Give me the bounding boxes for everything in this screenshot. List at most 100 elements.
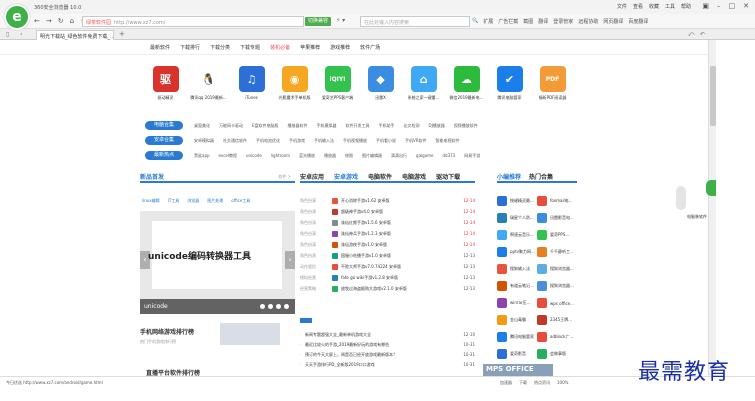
app-tile[interactable]: ♫ iTunes — [229, 66, 274, 100]
news-item[interactable]: · 新闻专题超强大全_最新单机游戏大全 12-10 — [300, 330, 475, 339]
site-nav-item-active[interactable]: 装机必备 — [270, 44, 290, 51]
sidebar-toggle-icon[interactable]: ▯ — [6, 31, 9, 38]
item-category[interactable]: 角色扮演 — [300, 220, 332, 226]
recommend-item[interactable]: 腾讯电脑管家 — [497, 330, 537, 344]
slider-dot[interactable] — [268, 304, 273, 309]
list-tab[interactable]: 驱动下载 — [436, 172, 460, 181]
category-link[interactable]: 网易手游 — [464, 153, 480, 159]
undo-icon[interactable]: ↶ — [700, 31, 705, 38]
category-pill[interactable]: 电脑合集 — [145, 121, 183, 130]
menu-file[interactable]: 文件 — [617, 3, 627, 10]
item-category[interactable]: 角色扮演 — [300, 231, 332, 237]
news-title[interactable]: 最近比较火的手游_2019最新好玩的游戏有哪些 — [305, 342, 457, 348]
slider-dot[interactable] — [260, 304, 265, 309]
category-link[interactable]: 手机视频播放 — [343, 138, 367, 144]
ad-banner[interactable]: MPS OFFICE — [483, 364, 553, 376]
recommend-item[interactable]: pptv聚力网... — [497, 245, 537, 259]
list-tab[interactable]: 电脑游戏 — [402, 172, 426, 181]
app-tile[interactable]: PDF 福昕PDF阅读器 — [530, 66, 575, 101]
tab-hot-collection[interactable]: 热门合集 — [529, 172, 553, 181]
category-link[interactable]: 黑鲨app — [194, 153, 210, 159]
url-input[interactable]: 绿茶软件园 http://www.xz7.com/ — [82, 16, 304, 27]
recommend-item[interactable]: 会做事版 — [537, 347, 577, 361]
sub-tab[interactable]: IT工具 — [168, 198, 180, 204]
restore-tab-icon[interactable]: ⤺ — [688, 31, 694, 39]
tool-extensions[interactable]: 扩展 — [483, 18, 493, 25]
search-icon[interactable]: 🔍 — [472, 18, 478, 25]
news-title[interactable]: 天天手游排行PD_全新版2019口口游戏 — [305, 362, 457, 368]
search-input[interactable]: 在此处输入内容搜索 — [360, 16, 470, 27]
item-category[interactable]: 动作冒险 — [300, 264, 332, 270]
category-link[interactable]: 修图 — [345, 153, 353, 159]
section-pager[interactable]: 软件 > — [278, 174, 291, 180]
category-link[interactable]: 论文检测 — [404, 123, 420, 129]
back-icon[interactable]: ← — [34, 17, 40, 25]
list-item[interactable]: 角色扮演 诛仙红颜手游v1.5.6 安卓版 12-14 — [300, 218, 475, 227]
category-link[interactable]: unicode — [246, 153, 262, 159]
list-tab[interactable]: 安卓游戏 — [334, 172, 358, 181]
item-name[interactable]: 诛仙红颜手游v1.5.6 安卓版 — [341, 220, 457, 226]
category-link[interactable]: 播放器软件 — [288, 123, 308, 129]
site-nav-item[interactable]: 下载分类 — [210, 44, 230, 51]
category-pill[interactable]: 最新热点 — [145, 151, 183, 160]
side-float-button[interactable] — [706, 180, 716, 196]
item-name[interactable]: 诛仙神兵手游v1.2.3 安卓版 — [341, 231, 457, 237]
recommend-item[interactable]: 爱奇PPS... — [537, 228, 577, 242]
floating-assistant[interactable]: 电脑装软件 — [668, 186, 707, 226]
tab-editor-pick[interactable]: 小编推荐 — [497, 172, 521, 181]
slider-prev-icon[interactable]: ‹ — [140, 251, 150, 269]
app-tile[interactable]: ◆ 迅雷X — [358, 66, 403, 101]
recommend-item[interactable]: 爱奇影音 — [497, 347, 537, 361]
recommend-item[interactable]: 瑞星个人防... — [497, 211, 537, 225]
skin-icon[interactable]: ▣ — [702, 2, 709, 10]
tool-remote[interactable]: 远程协助 — [578, 18, 598, 25]
site-nav-item[interactable]: 软件广场 — [360, 44, 380, 51]
category-link[interactable]: 蓝光播放 — [299, 153, 315, 159]
recommend-item[interactable]: foxmail电... — [537, 194, 577, 208]
category-link[interactable]: 手机助手 — [379, 123, 395, 129]
menu-favorites[interactable]: 收藏 — [649, 3, 659, 10]
category-link[interactable]: 图片编辑器 — [362, 153, 382, 159]
sub-tab[interactable]: 图片处理 — [207, 198, 223, 204]
category-link[interactable]: 滴滴出行 — [391, 153, 407, 159]
app-tile[interactable]: 🐧 腾讯qq 2019最新... — [186, 66, 231, 101]
status-news[interactable]: 热点资讯 — [534, 380, 550, 386]
category-link[interactable]: 社交通信软件 — [223, 138, 247, 144]
category-pill[interactable]: 安卓合集 — [145, 136, 183, 145]
recommend-item[interactable]: 搜狗浏览器... — [537, 279, 577, 293]
maximize-icon[interactable]: □ — [729, 2, 736, 10]
recommend-item[interactable]: winrar压... — [497, 296, 537, 310]
lightning-icon[interactable]: ⚡ ▾ — [336, 17, 345, 24]
site-nav-item[interactable]: 苹果推荐 — [300, 44, 320, 51]
slider-dot[interactable] — [276, 304, 281, 309]
list-tab[interactable]: 安卓应用 — [300, 172, 324, 181]
minimize-icon[interactable]: – — [717, 2, 721, 10]
list-item[interactable]: 动作冒险 不败大师手游v7.0.74224 安卓版 12-13 — [300, 262, 475, 271]
status-accelerator[interactable]: 加速器 — [500, 380, 512, 386]
tool-baidu-translate[interactable]: 百度翻译 — [628, 18, 648, 25]
sub-tab[interactable]: linux编辑 — [142, 198, 160, 204]
slider-dot[interactable] — [284, 304, 289, 309]
category-link[interactable]: 手机输入法 — [314, 138, 334, 144]
recommend-item[interactable]: 千千静听工... — [537, 245, 577, 259]
category-link[interactable]: 万能网卡驱动 — [219, 123, 243, 129]
recommend-item[interactable]: 2345王牌... — [537, 313, 577, 327]
tool-screenshot[interactable]: 截图 — [523, 18, 533, 25]
tool-adblock[interactable]: 广告拦截 — [498, 18, 518, 25]
menu-tools[interactable]: 工具 — [665, 3, 675, 10]
news-title[interactable]: 新闻专题超强大全_最新单机游戏大全 — [305, 332, 457, 338]
category-link[interactable]: 手机看小说 — [376, 138, 396, 144]
item-category[interactable]: 模拟经营 — [300, 275, 332, 281]
item-category[interactable]: 角色扮演 — [300, 242, 332, 248]
menu-view[interactable]: 查看 — [633, 3, 643, 10]
recommend-item[interactable]: 按键精灵最... — [497, 194, 537, 208]
recommend-item[interactable]: 金山毒霸 — [497, 313, 537, 327]
category-link[interactable]: 手机电池优化 — [256, 138, 280, 144]
category-link[interactable]: excel教程 — [219, 153, 237, 159]
item-name[interactable]: 国服小吃播手游v1.0 安卓版 — [341, 253, 457, 259]
tool-translate[interactable]: 翻译 — [538, 18, 548, 25]
site-nav-item[interactable]: 最新软件 — [150, 44, 170, 51]
recommend-item[interactable]: 搜狗输入法 — [497, 262, 537, 276]
forward-icon[interactable]: → — [46, 17, 52, 25]
site-nav-item[interactable]: 游戏推荐 — [330, 44, 350, 51]
